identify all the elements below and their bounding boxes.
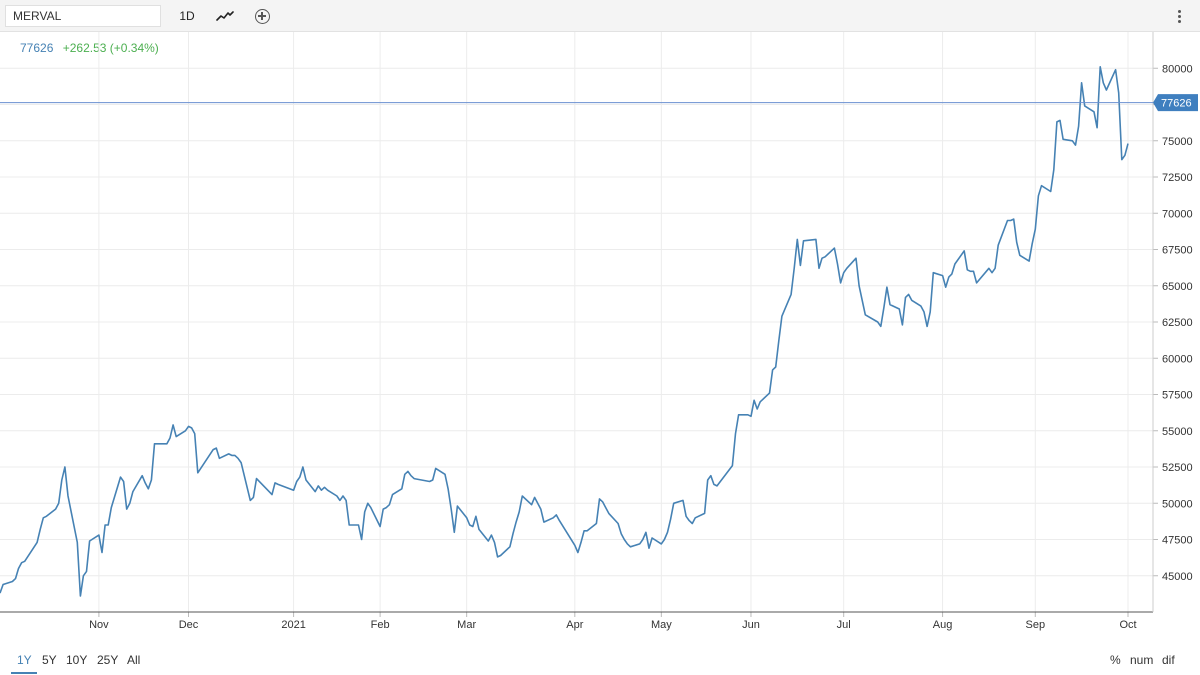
y-axis: 45000 47500 50000 52500 55000 57500 60000 62500… xyxy=(1152,32,1193,612)
y-tick-label: 67500 xyxy=(1162,245,1193,257)
series-line xyxy=(0,66,1129,597)
y-tick-label: 47500 xyxy=(1162,535,1193,547)
x-tick-label: May xyxy=(651,619,672,631)
x-tick-label: Apr xyxy=(566,619,583,631)
x-tick-label: Aug xyxy=(933,619,953,631)
y-tick-label: 52500 xyxy=(1162,462,1193,474)
x-tick-label: 2021 xyxy=(281,619,305,631)
plus-circle-icon xyxy=(254,8,270,24)
display-num[interactable]: num xyxy=(1130,653,1153,667)
y-tick-label: 45000 xyxy=(1162,571,1193,583)
y-tick-label: 55000 xyxy=(1162,426,1193,438)
range-10y[interactable]: 10Y xyxy=(66,653,87,667)
last-value-layer: 77626 xyxy=(0,94,1198,112)
x-tick-label: Jun xyxy=(742,619,760,631)
more-menu-button[interactable] xyxy=(1170,6,1188,26)
x-tick-label: Dec xyxy=(179,619,199,631)
y-tick-label: 65000 xyxy=(1162,281,1193,293)
range-selector: 1Y 5Y 10Y 25Y All % num dif xyxy=(0,650,1200,675)
chart-grid xyxy=(0,32,1153,612)
y-tick-label: 62500 xyxy=(1162,317,1193,329)
range-selected-indicator xyxy=(11,672,37,674)
range-5y[interactable]: 5Y xyxy=(42,653,57,667)
x-axis: Nov Dec 2021 Feb Mar Apr May Jun Jul Aug Sep Oct xyxy=(0,611,1153,631)
toolbar: 1D xyxy=(0,0,1200,32)
price-chart[interactable]: Nov Dec 2021 Feb Mar Apr May Jun Jul Aug Sep Oct 45… xyxy=(0,32,1200,644)
display-percent[interactable]: % xyxy=(1110,653,1121,667)
x-tick-label: Oct xyxy=(1119,619,1136,631)
interval-button[interactable]: 1D xyxy=(172,6,202,26)
last-value-label: 77626 xyxy=(1161,98,1192,110)
line-chart-icon xyxy=(216,11,234,21)
y-tick-label: 80000 xyxy=(1162,63,1193,75)
range-25y[interactable]: 25Y xyxy=(97,653,118,667)
display-dif[interactable]: dif xyxy=(1162,653,1175,667)
symbol-input[interactable] xyxy=(5,5,161,27)
series-layer xyxy=(0,66,1129,597)
y-tick-label: 70000 xyxy=(1162,208,1193,220)
x-tick-label: Feb xyxy=(371,619,390,631)
x-tick-label: Nov xyxy=(89,619,109,631)
chart-type-button[interactable] xyxy=(212,6,238,26)
y-tick-label: 57500 xyxy=(1162,390,1193,402)
y-tick-label: 50000 xyxy=(1162,498,1193,510)
range-1y[interactable]: 1Y xyxy=(17,653,32,667)
y-tick-label: 75000 xyxy=(1162,136,1193,148)
vertical-dots-icon xyxy=(1177,9,1181,13)
y-tick-label: 60000 xyxy=(1162,353,1193,365)
x-tick-label: Sep xyxy=(1025,619,1045,631)
x-tick-label: Jul xyxy=(837,619,851,631)
y-tick-label: 72500 xyxy=(1162,172,1193,184)
x-tick-label: Mar xyxy=(457,619,476,631)
compare-button[interactable] xyxy=(250,6,274,26)
range-all[interactable]: All xyxy=(127,653,140,667)
